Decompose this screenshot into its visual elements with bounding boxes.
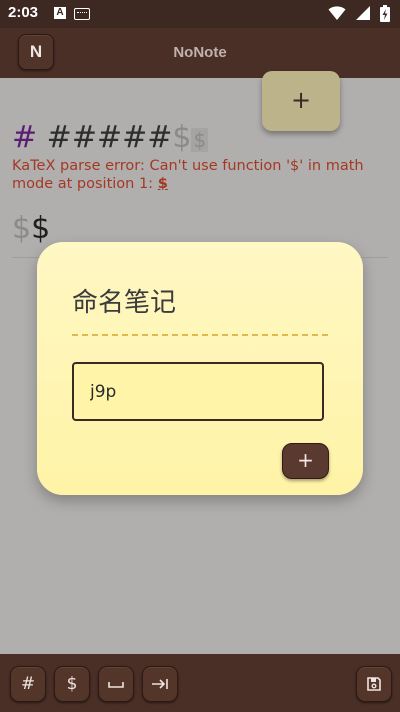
heading-text: #####	[37, 120, 173, 155]
insert-dollar-button[interactable]: $	[54, 666, 90, 702]
note-name-input[interactable]	[72, 362, 324, 421]
heading-dollar-small: $	[191, 128, 209, 152]
math-dollar-2: $	[31, 211, 51, 246]
math-line: $$	[12, 211, 50, 246]
heading-hash: #	[12, 120, 38, 155]
signal-icon	[355, 6, 370, 20]
bottom-toolbar: # $	[0, 654, 400, 712]
markdown-heading-line: # #####$ $	[12, 120, 209, 155]
wifi-icon	[328, 6, 346, 20]
battery-icon	[380, 5, 390, 22]
katex-error-text: KaTeX parse error: Can't use function '$…	[12, 158, 364, 192]
name-note-dialog: 命名笔记 +	[37, 242, 363, 495]
status-bar: 2:03 A	[0, 0, 400, 28]
add-note-button[interactable]: +	[262, 71, 340, 131]
app-title: NoNote	[173, 44, 227, 61]
insert-hash-button[interactable]: #	[10, 666, 46, 702]
status-time: 2:03	[8, 4, 39, 21]
tab-icon	[152, 679, 168, 689]
status-icons	[328, 5, 390, 23]
keyboard-icon	[74, 8, 90, 20]
insert-tab-button[interactable]	[142, 666, 178, 702]
katex-error-message: KaTeX parse error: Can't use function '$…	[12, 157, 392, 193]
app-bar: N NoNote	[0, 28, 400, 78]
math-dollar-1: $	[12, 211, 32, 246]
confirm-add-button[interactable]: +	[282, 443, 329, 479]
heading-dollar: $	[172, 120, 192, 155]
dialog-divider	[72, 334, 328, 336]
save-button[interactable]	[356, 666, 392, 702]
insert-space-button[interactable]	[98, 666, 134, 702]
dialog-title: 命名笔记	[72, 288, 177, 318]
notification-a-icon: A	[54, 7, 66, 19]
save-icon	[367, 677, 381, 691]
katex-error-symbol: $	[157, 176, 168, 192]
space-icon	[108, 682, 124, 688]
